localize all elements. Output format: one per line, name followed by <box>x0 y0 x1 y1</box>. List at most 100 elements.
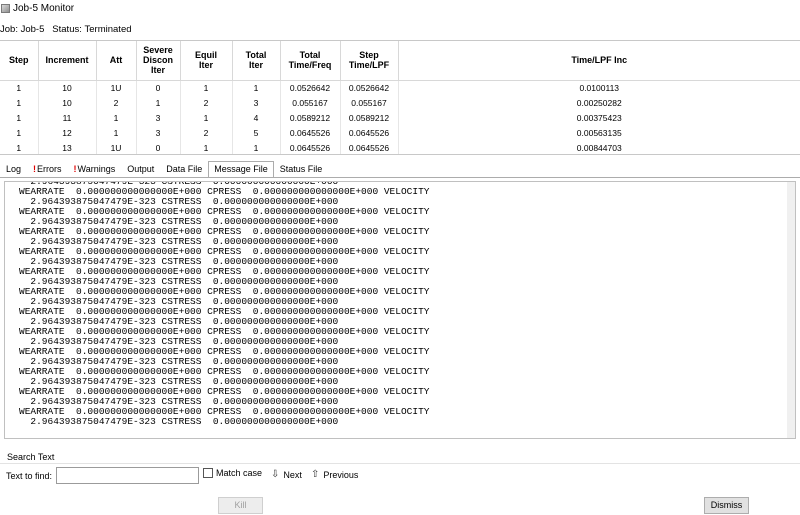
title-bar: Job-5 Monitor <box>0 0 800 16</box>
tab-label: Output <box>127 164 155 174</box>
next-button[interactable]: ⇩ Next <box>271 469 302 480</box>
tab-label: Message File <box>214 164 268 174</box>
table-cell: 0.00250282 <box>576 97 622 108</box>
table-cell: 0.0589212 <box>340 110 399 125</box>
table-cell: 0.0645526 <box>280 140 341 154</box>
column-header[interactable]: Severe Discon Iter <box>136 41 181 81</box>
tab-label: Log <box>6 164 22 174</box>
table-cell: 1 <box>136 95 181 110</box>
tab-log[interactable]: Log <box>0 161 27 177</box>
table-cell: 1U <box>96 140 137 154</box>
table-cell: 0.0645526 <box>340 140 399 154</box>
column-header[interactable]: Increment <box>38 41 97 81</box>
table-cell: 10 <box>38 95 97 110</box>
table-cell: 1 <box>96 125 137 140</box>
table-cell: 3 <box>136 125 181 140</box>
table-row[interactable]: 1 10 1U 0 1 1 0.0526642 0.0526642 0.0100113 <box>0 80 800 95</box>
tab-output[interactable]: Output <box>121 161 160 177</box>
table-row[interactable]: 1 11 1 3 1 4 0.0589212 0.0589212 0.00375423 <box>0 110 800 125</box>
table-cell: 0 <box>136 80 181 95</box>
table-cell: 1 <box>0 95 39 110</box>
message-file-text-area[interactable]: 2.964393875047479E-323 CSTRESS 0.0000000… <box>4 181 796 439</box>
text-to-find-label: Text to find: <box>6 471 53 481</box>
table-cell: 0.00844703 <box>576 142 622 153</box>
status-label: Status: <box>52 23 82 35</box>
column-header[interactable]: Time/LPF Inc <box>398 41 800 81</box>
search-text-section-label: Search Text <box>7 452 55 462</box>
table-cell: 12 <box>38 125 97 140</box>
column-header[interactable]: Att <box>96 41 137 81</box>
previous-button[interactable]: ⇧ Previous <box>311 469 358 480</box>
table-cell: 0.00375423 <box>576 112 622 123</box>
table-cell: 0.055167 <box>280 95 341 110</box>
message-file-text: 2.964393875047479E-323 CSTRESS 0.0000000… <box>19 182 429 427</box>
table-cell: 4 <box>232 110 281 125</box>
table-cell: 0.0100113 <box>579 82 620 93</box>
error-mark-icon: ! <box>73 164 77 174</box>
app-icon <box>1 3 10 13</box>
dismiss-button[interactable]: Dismiss <box>704 497 749 514</box>
column-header[interactable]: Equil Iter <box>180 41 233 81</box>
table-cell: 1 <box>232 80 281 95</box>
table-cell: 2 <box>180 95 233 110</box>
table-cell: 2 <box>96 95 137 110</box>
vertical-scrollbar[interactable] <box>787 182 795 438</box>
table-cell: 1 <box>180 110 233 125</box>
table-cell: 11 <box>38 110 97 125</box>
table-row[interactable]: 1 10 2 1 2 3 0.055167 0.055167 0.00250282 <box>0 95 800 110</box>
tab-label: Data File <box>166 164 203 174</box>
match-case-option[interactable]: Match case <box>203 468 262 478</box>
tab-status-file[interactable]: Status File <box>274 161 329 177</box>
table-cell: 0.0645526 <box>280 125 341 140</box>
table-cell: 0.0526642 <box>340 80 399 95</box>
table-cell: 0.055167 <box>340 95 399 110</box>
table-cell: 1 <box>0 140 39 154</box>
table-cell: 5 <box>232 125 281 140</box>
table-cell: 1 <box>180 80 233 95</box>
table-cell: 0 <box>136 140 181 154</box>
job-name: Job-5 <box>20 23 45 35</box>
window-title: Job-5 Monitor <box>13 2 75 14</box>
search-divider <box>0 463 800 464</box>
table-cell: 1 <box>0 80 39 95</box>
arrow-down-icon: ⇩ <box>271 469 280 480</box>
match-case-label: Match case <box>216 468 263 478</box>
column-header[interactable]: Step Time/LPF <box>340 41 399 81</box>
tab-message-file[interactable]: Message File <box>208 161 274 177</box>
table-cell: 1 <box>0 110 39 125</box>
match-case-checkbox[interactable] <box>203 468 213 478</box>
text-to-find-input[interactable] <box>56 467 199 484</box>
table-cell: 1 <box>0 125 39 140</box>
increment-table[interactable]: Step Increment Att Severe Discon Iter Eq… <box>0 40 800 155</box>
table-cell: 2 <box>180 125 233 140</box>
table-cell: 13 <box>38 140 97 154</box>
column-header[interactable]: Total Time/Freq <box>280 41 341 81</box>
previous-label: Previous <box>323 469 359 480</box>
table-cell: 0.0589212 <box>280 110 341 125</box>
table-cell: 3 <box>136 110 181 125</box>
next-label: Next <box>283 469 302 480</box>
table-row[interactable]: 1 12 1 3 2 5 0.0645526 0.0645526 0.00563135 <box>0 125 800 140</box>
tab-bar: Log !Errors !Warnings Output Data File Messag… <box>0 161 328 177</box>
table-cell: 0.0645526 <box>340 125 399 140</box>
table-cell: 3 <box>232 95 281 110</box>
message-line: 2.964393875047479E-323 CSTRESS 0.0000000… <box>19 416 339 427</box>
table-cell: 1 <box>96 110 137 125</box>
tab-divider <box>0 177 800 178</box>
table-cell: 10 <box>38 80 97 95</box>
table-row[interactable]: 1 13 1U 0 1 1 0.0645526 0.0645526 0.00844703 <box>0 140 800 154</box>
error-mark-icon: ! <box>33 164 37 174</box>
tab-errors[interactable]: !Errors <box>27 161 68 177</box>
column-header[interactable]: Total Iter <box>232 41 281 81</box>
table-cell: 1U <box>96 80 137 95</box>
table-cell: 0.0526642 <box>280 80 341 95</box>
tab-label: Warnings <box>77 164 116 174</box>
tab-label: Status File <box>279 164 323 174</box>
kill-button: Kill <box>218 497 263 514</box>
column-header[interactable]: Step <box>0 41 39 81</box>
tab-data-file[interactable]: Data File <box>160 161 208 177</box>
table-cell: 1 <box>232 140 281 154</box>
table-cell: 0.00563135 <box>576 127 622 138</box>
job-label: Job: <box>0 23 18 35</box>
tab-warnings[interactable]: !Warnings <box>68 161 122 177</box>
